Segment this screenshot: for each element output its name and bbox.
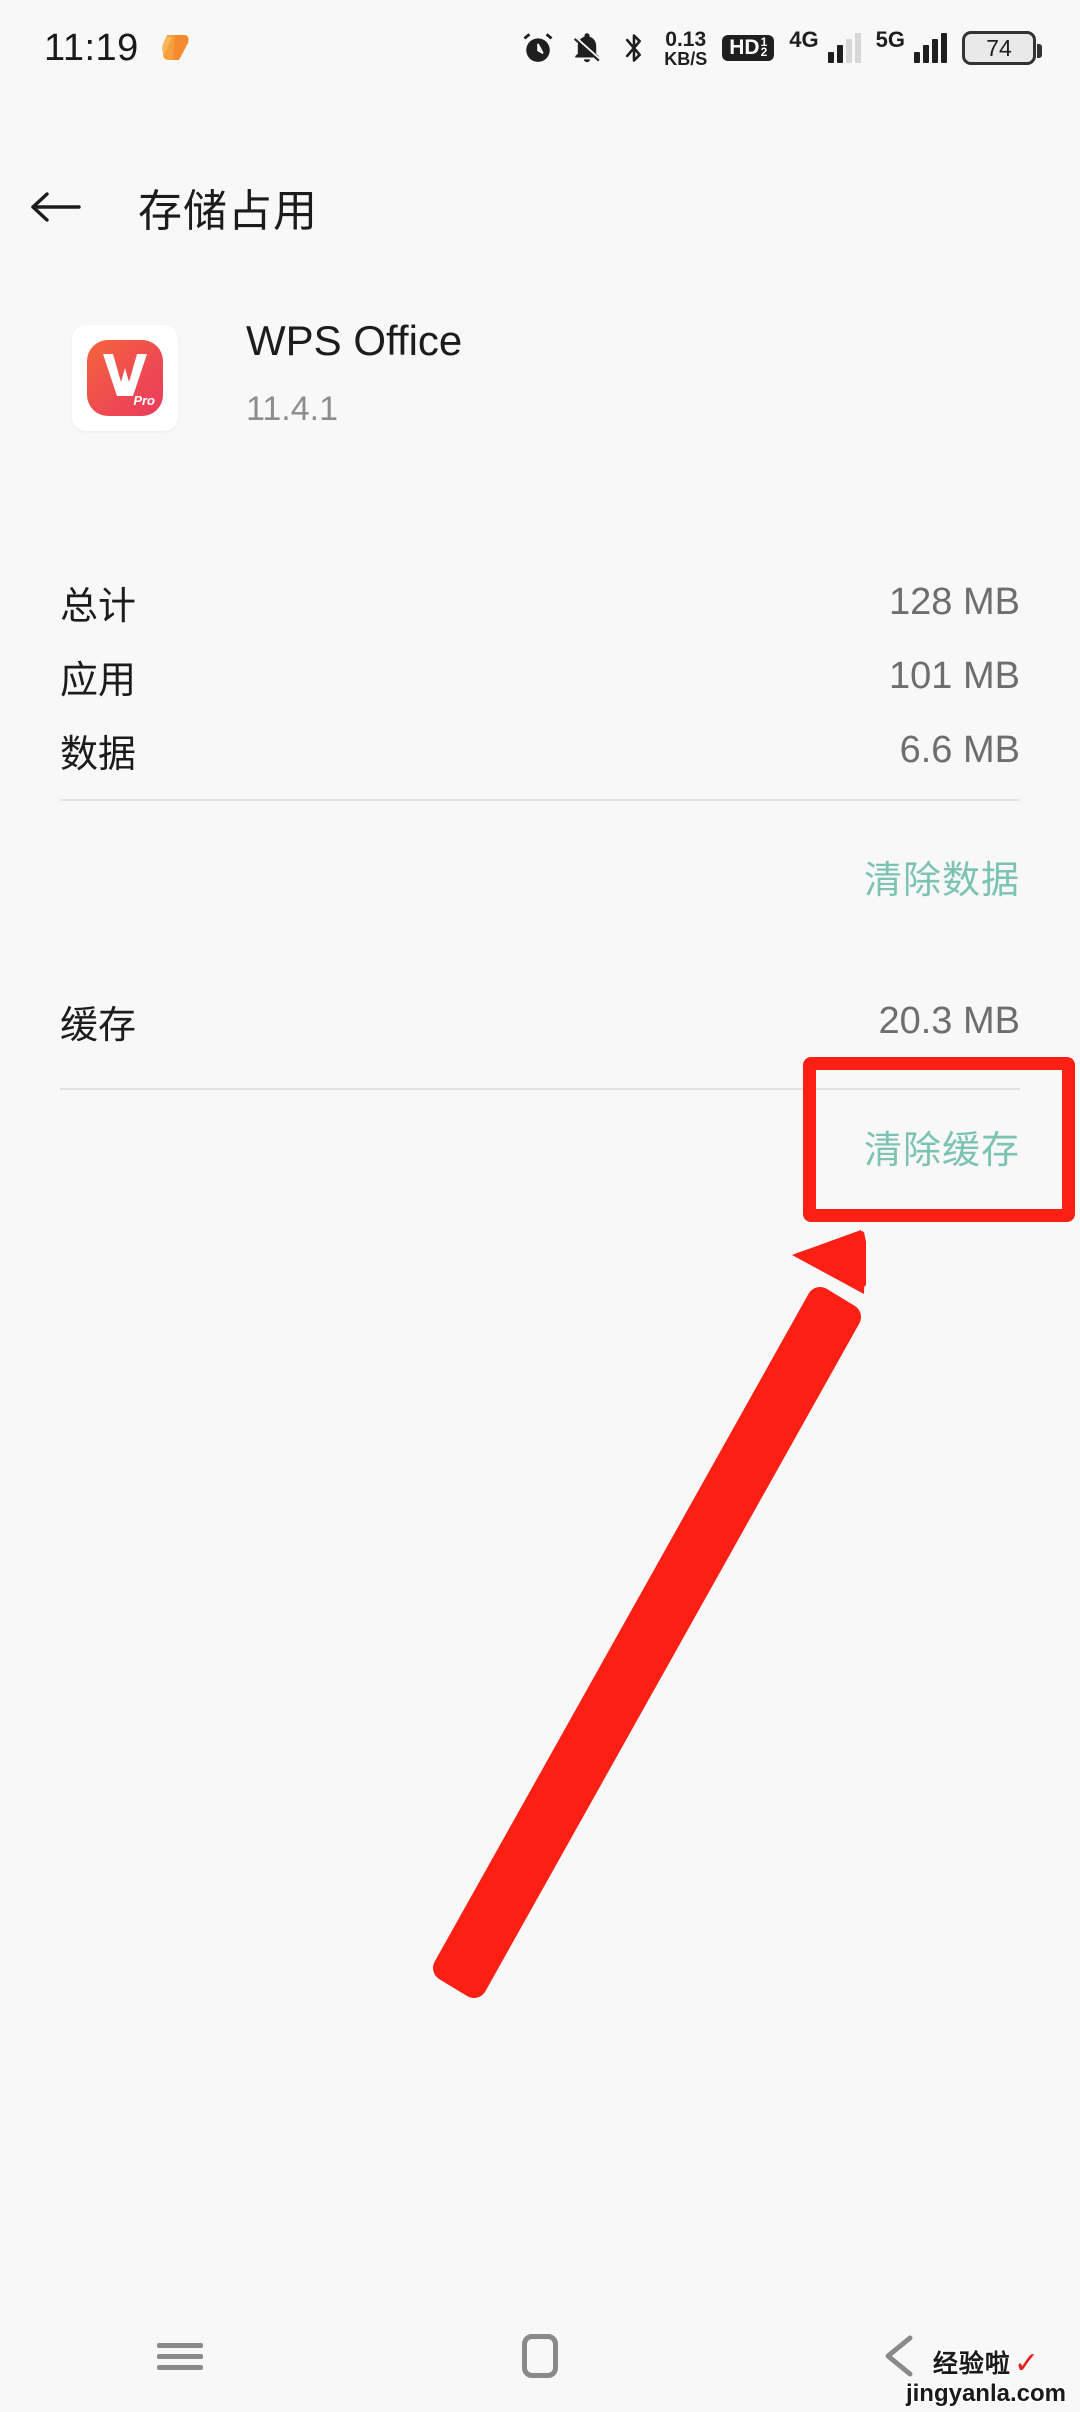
sim2-network-type: 5G xyxy=(875,27,905,52)
row-label: 数据 xyxy=(60,733,137,776)
row-value: 6.6 MB xyxy=(899,728,1020,771)
row-label: 缓存 xyxy=(60,1004,137,1047)
app-version: 11.4.1 xyxy=(246,390,339,429)
watermark-brand-cn: 经验啦 xyxy=(931,2349,1011,2378)
page-title: 存储占用 xyxy=(138,187,318,236)
app-name: WPS Office xyxy=(246,317,463,364)
status-bar-clock: 11:19 xyxy=(44,26,139,69)
status-bar-left: 11:19 xyxy=(44,27,191,70)
row-label: 应用 xyxy=(60,659,137,702)
watermark-check-icon: ✓ xyxy=(1013,2347,1040,2380)
battery-percent-text: 74 xyxy=(986,34,1012,61)
watermark-brand-line: 经验啦 ✓ xyxy=(906,2349,1066,2379)
home-square-icon xyxy=(522,2334,558,2378)
network-speed-value: 0.13 xyxy=(665,27,707,51)
alarm-icon xyxy=(521,31,555,65)
battery-indicator: 74 xyxy=(962,31,1042,65)
home-button[interactable] xyxy=(465,2300,615,2412)
app-info-block: Pro WPS Office 11.4.1 xyxy=(0,317,1080,448)
network-speed-unit: KB/S xyxy=(664,48,708,69)
row-value: 101 MB xyxy=(889,654,1020,697)
divider xyxy=(60,799,1020,801)
wps-office-app-icon: Pro xyxy=(72,325,178,431)
hd-badge-text: HD xyxy=(729,36,760,59)
bluetooth-icon xyxy=(619,31,649,65)
wps-w-glyph xyxy=(103,354,147,396)
app-text-block: WPS Office 11.4.1 xyxy=(246,317,463,429)
sim2-signal-indicator: 5G xyxy=(876,29,947,63)
table-row-cache: 缓存 20.3 MB xyxy=(60,985,1020,1057)
clear-data-row: 清除数据 xyxy=(60,830,1020,922)
watermark: 经验啦 ✓ jingyanla.com xyxy=(904,2349,1067,2408)
sim2-signal-bars xyxy=(914,33,947,63)
row-value: 128 MB xyxy=(889,580,1020,623)
network-speed-indicator: 0.13 KB/S xyxy=(664,29,707,68)
watermark-url: jingyanla.com xyxy=(904,2380,1067,2407)
back-arrow-icon xyxy=(31,192,81,222)
sim1-network-type: 4G xyxy=(789,27,819,52)
menu-icon xyxy=(157,2337,203,2376)
recents-button[interactable] xyxy=(105,2300,255,2412)
app-icon-badge: Pro xyxy=(133,393,155,408)
clear-cache-button[interactable]: 清除缓存 xyxy=(864,1119,1020,1174)
sim1-signal-bars xyxy=(827,33,861,63)
row-value: 20.3 MB xyxy=(878,999,1020,1042)
table-row-total: 总计 128 MB xyxy=(60,566,1020,638)
hd-voice-icon: HD 1 2 xyxy=(722,35,775,61)
clear-data-button[interactable]: 清除数据 xyxy=(864,849,1020,904)
sim1-signal-indicator: 4G xyxy=(789,29,861,63)
phone-screen: 11:19 0.13 KB/S HD 1 2 4G 5G 74 存储占用 Pro… xyxy=(0,0,1080,2412)
row-label: 总计 xyxy=(60,585,137,628)
table-row-data: 数据 6.6 MB xyxy=(60,714,1020,786)
heart-logo-icon xyxy=(157,33,191,63)
status-bar-right: 0.13 KB/S HD 1 2 4G 5G 74 xyxy=(521,29,1042,68)
clear-cache-row: 清除缓存 xyxy=(60,1100,1020,1192)
divider xyxy=(60,1088,1020,1090)
title-bar: 存储占用 xyxy=(0,152,1080,262)
app-icon-tile: Pro xyxy=(87,340,163,416)
status-bar: 11:19 0.13 KB/S HD 1 2 4G 5G 74 xyxy=(0,0,1080,96)
table-row-app: 应用 101 MB xyxy=(60,640,1020,712)
hd-badge-sub: 2 xyxy=(760,44,768,59)
notifications-muted-icon xyxy=(570,31,604,65)
back-button[interactable] xyxy=(0,187,110,227)
